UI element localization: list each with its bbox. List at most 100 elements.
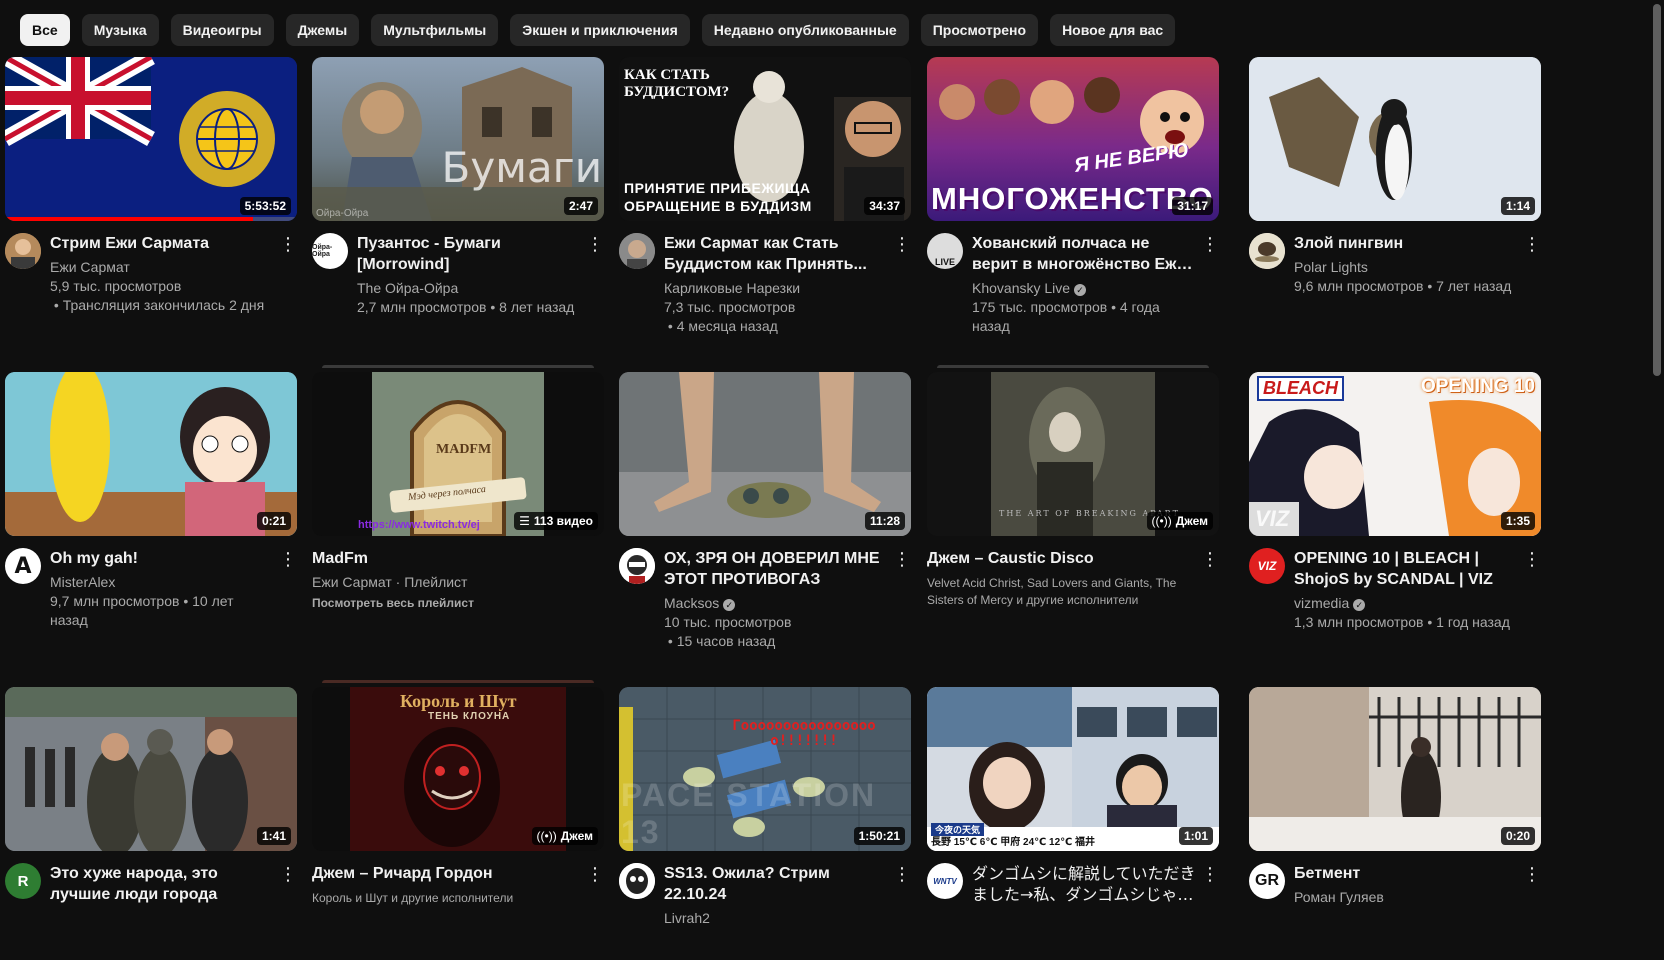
scrollbar-thumb[interactable]: [1653, 4, 1661, 376]
video-thumbnail[interactable]: КАК СТАТЬ БУДДИСТОМ? ПРИНЯТИЕ ПРИБЕЖИЩА …: [619, 57, 911, 221]
video-card[interactable]: 0:20 GR Бетмент Роман Гуляев ⋮: [1249, 687, 1541, 907]
playlist-owner[interactable]: Ежи Сармат · Плейлист: [312, 573, 582, 592]
chip-music[interactable]: Музыка: [81, 14, 159, 46]
video-title[interactable]: Oh my gah!: [50, 548, 275, 569]
video-thumbnail[interactable]: 1:14: [1249, 57, 1541, 221]
more-options-icon[interactable]: ⋮: [1201, 548, 1219, 572]
chip-new-to-you[interactable]: Новое для вас: [1050, 14, 1176, 46]
video-card[interactable]: 1:41 R Это хуже народа, это лучшие люди …: [5, 687, 297, 905]
video-card[interactable]: PACE STATION 13 Гоооооооооооооооо о!!!!!…: [619, 687, 911, 928]
channel-avatar[interactable]: Ойра-Ойра: [312, 233, 348, 269]
video-card[interactable]: 今夜の天気 長野 15℃ 6℃ 甲府 24℃ 12℃ 福井 1:01 WNTV …: [927, 687, 1219, 905]
more-options-icon[interactable]: ⋮: [1523, 863, 1541, 887]
chip-videogames[interactable]: Видеоигры: [170, 14, 274, 46]
duration-badge: 1:14: [1500, 197, 1535, 215]
video-title[interactable]: Хованский полчаса не верит в многожёнств…: [972, 233, 1197, 275]
channel-name[interactable]: Polar Lights: [1294, 258, 1519, 277]
video-thumbnail[interactable]: 0:20: [1249, 687, 1541, 851]
video-card[interactable]: КАК СТАТЬ БУДДИСТОМ? ПРИНЯТИЕ ПРИБЕЖИЩА …: [619, 57, 911, 336]
video-title[interactable]: Ежи Сармат как Стать Буддистом как Приня…: [664, 233, 889, 275]
more-options-icon[interactable]: ⋮: [586, 233, 604, 257]
video-title[interactable]: Бетмент: [1294, 863, 1519, 884]
mix-title[interactable]: Джем – Ричард Гордон: [312, 863, 582, 884]
mix-card[interactable]: Король и Шут ТЕНЬ КЛОУНА ((•)) Джем Джем …: [312, 680, 604, 907]
video-title[interactable]: Злой пингвин: [1294, 233, 1519, 254]
movie-scene-image: [5, 687, 297, 851]
upload-age: • 4 месяца назад: [664, 318, 778, 334]
video-card[interactable]: 0:21 A Oh my gah! MisterAlex 9,7 млн про…: [5, 372, 297, 630]
chip-cartoons[interactable]: Мультфильмы: [371, 14, 499, 46]
playlist-card[interactable]: MADFM Мэд через полчаса https://www.twit…: [312, 365, 604, 610]
channel-name[interactable]: Livrah2: [664, 909, 889, 928]
video-title[interactable]: Стрим Ежи Сармата: [50, 233, 275, 254]
playlist-title[interactable]: MadFm: [312, 548, 582, 569]
more-options-icon[interactable]: ⋮: [279, 233, 297, 257]
more-options-icon[interactable]: ⋮: [279, 863, 297, 887]
chip-action-adventure[interactable]: Экшен и приключения: [510, 14, 690, 46]
view-full-playlist-link[interactable]: Посмотреть весь плейлист: [312, 596, 582, 610]
mix-title[interactable]: Джем – Caustic Disco: [927, 548, 1197, 569]
channel-name[interactable]: Карликовые Нарезки: [664, 279, 889, 298]
channel-avatar[interactable]: [619, 233, 655, 269]
video-card[interactable]: Я НЕ ВЕРЮ МНОГОЖЕНСТВО 31:17 LIVE Хованс…: [927, 57, 1219, 336]
channel-avatar[interactable]: [5, 233, 41, 269]
channel-name[interactable]: Macksos ✓: [664, 594, 889, 613]
video-thumbnail[interactable]: 11:28: [619, 372, 911, 536]
more-options-icon[interactable]: ⋮: [893, 233, 911, 257]
mix-thumbnail[interactable]: THE ART OF BREAKING APART ((•)) Джем: [927, 372, 1219, 536]
video-thumbnail[interactable]: 今夜の天気 長野 15℃ 6℃ 甲府 24℃ 12℃ 福井 1:01: [927, 687, 1219, 851]
channel-avatar[interactable]: VIZ: [1249, 548, 1285, 584]
channel-name[interactable]: Роман Гуляев: [1294, 888, 1519, 907]
more-options-icon[interactable]: ⋮: [586, 863, 604, 887]
video-title[interactable]: Это хуже народа, это лучшие люди города: [50, 863, 275, 905]
video-card[interactable]: 5:53:52 Стрим Ежи Сармата Ежи Сармат 5,9…: [5, 57, 297, 315]
more-options-icon[interactable]: ⋮: [279, 548, 297, 572]
mix-card[interactable]: THE ART OF BREAKING APART ((•)) Джем Джем…: [927, 365, 1219, 609]
channel-avatar[interactable]: A: [5, 548, 41, 584]
thumbnail-overlay-text-top: КАК СТАТЬ БУДДИСТОМ?: [624, 67, 730, 100]
video-thumbnail[interactable]: 1:41: [5, 687, 297, 851]
video-title[interactable]: SS13. Ожила? Стрим 22.10.24: [664, 863, 889, 905]
more-options-icon[interactable]: ⋮: [1201, 233, 1219, 257]
video-title[interactable]: OPENING 10 | BLEACH | ShojoS by SCANDAL …: [1294, 548, 1519, 590]
channel-name[interactable]: Ежи Сармат: [50, 258, 275, 277]
video-card[interactable]: 1:14 Злой пингвин Polar Lights 9,6 млн п…: [1249, 57, 1541, 296]
channel-name[interactable]: vizmedia ✓: [1294, 594, 1519, 613]
chip-jams[interactable]: Джемы: [285, 14, 360, 46]
more-options-icon[interactable]: ⋮: [1523, 233, 1541, 257]
channel-avatar[interactable]: R: [5, 863, 41, 899]
video-thumbnail[interactable]: PACE STATION 13 Гоооооооооооооооо о!!!!!…: [619, 687, 911, 851]
playlist-thumbnail[interactable]: MADFM Мэд через полчаса https://www.twit…: [312, 372, 604, 536]
channel-name[interactable]: MisterAlex: [50, 573, 275, 592]
channel-avatar[interactable]: [619, 548, 655, 584]
video-title[interactable]: ダンゴムシに解説していただきました→私、ダンゴムシじゃな...: [972, 863, 1197, 905]
channel-avatar[interactable]: [619, 863, 655, 899]
mix-thumbnail[interactable]: Король и Шут ТЕНЬ КЛОУНА ((•)) Джем: [312, 687, 604, 851]
more-options-icon[interactable]: ⋮: [1523, 548, 1541, 572]
view-stats: 1,3 млн просмотров1 год назад: [1294, 613, 1519, 632]
thumbnail-link-text: https://www.twitch.tv/ej: [358, 519, 480, 531]
video-card[interactable]: BLEACH OPENING 10 VIZ 1:35 VIZ OPENING 1…: [1249, 372, 1541, 632]
chip-recently-uploaded[interactable]: Недавно опубликованные: [701, 14, 909, 46]
video-thumbnail[interactable]: 5:53:52: [5, 57, 297, 221]
more-options-icon[interactable]: ⋮: [893, 863, 911, 887]
channel-name[interactable]: Khovansky Live ✓: [972, 279, 1197, 298]
video-card[interactable]: Бумаги Ойра-Ойра 2:47 Ойра-Ойра Пузантос…: [312, 57, 604, 317]
chip-watched[interactable]: Просмотрено: [920, 14, 1039, 46]
more-options-icon[interactable]: ⋮: [1201, 863, 1219, 887]
video-title[interactable]: Пузантос - Бумаги [Morrowind]: [357, 233, 582, 275]
chip-all[interactable]: Все: [20, 14, 70, 46]
video-thumbnail[interactable]: Бумаги Ойра-Ойра 2:47: [312, 57, 604, 221]
video-card[interactable]: 11:28 ОХ, ЗРЯ ОН ДОВЕРИЛ МНЕ ЭТОТ ПРОТИВ…: [619, 372, 911, 651]
avatar-face-image: [619, 548, 655, 584]
video-title[interactable]: ОХ, ЗРЯ ОН ДОВЕРИЛ МНЕ ЭТОТ ПРОТИВОГАЗ: [664, 548, 889, 590]
channel-avatar[interactable]: LIVE: [927, 233, 963, 269]
channel-avatar[interactable]: [1249, 233, 1285, 269]
video-thumbnail[interactable]: Я НЕ ВЕРЮ МНОГОЖЕНСТВО 31:17: [927, 57, 1219, 221]
video-thumbnail[interactable]: BLEACH OPENING 10 VIZ 1:35: [1249, 372, 1541, 536]
channel-name[interactable]: The Ойра-Ойра: [357, 279, 582, 298]
more-options-icon[interactable]: ⋮: [893, 548, 911, 572]
channel-avatar[interactable]: GR: [1249, 863, 1285, 899]
video-thumbnail[interactable]: 0:21: [5, 372, 297, 536]
channel-avatar[interactable]: WNTV: [927, 863, 963, 899]
